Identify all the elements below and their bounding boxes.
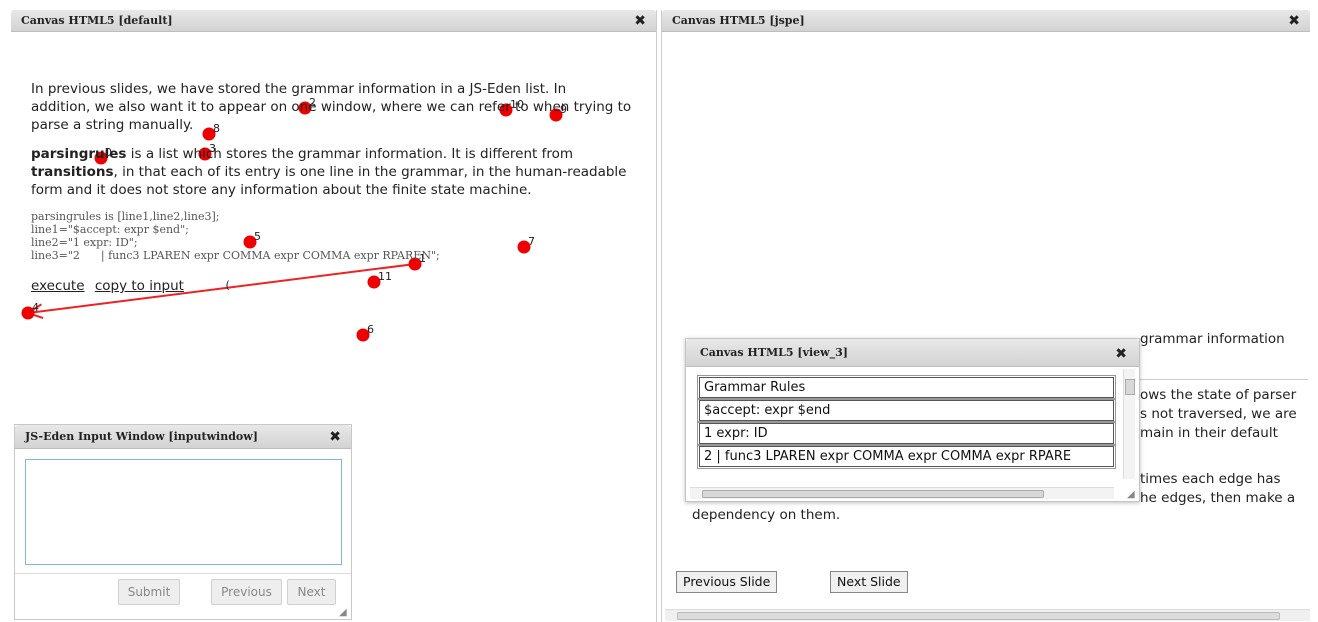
grammar-rule-row: Grammar Rules xyxy=(697,375,1116,400)
scrollbar-thumb[interactable] xyxy=(702,490,1044,498)
divider xyxy=(1140,379,1308,380)
slide-paragraph-5-fragment: times each edge has he edges, then make … xyxy=(1140,471,1296,506)
slide-paragraph-3-fragment: grammar information xyxy=(1140,331,1285,347)
horizontal-scrollbar[interactable] xyxy=(665,609,1310,621)
next-slide-button[interactable]: Next Slide xyxy=(830,571,908,593)
window-title: JS-Eden Input Window [inputwindow] xyxy=(25,430,258,443)
execute-link[interactable]: execute xyxy=(31,278,85,294)
node-label: 6 xyxy=(367,323,374,336)
slide-content: In previous slides, we have stored the g… xyxy=(31,80,651,295)
canvas-window-jspe: Canvas HTML5 [jspe] ✖ xyxy=(661,10,1310,622)
scrollbar-thumb[interactable] xyxy=(1125,379,1135,395)
node-label: 4 xyxy=(32,301,39,314)
close-icon[interactable]: ✖ xyxy=(329,429,341,445)
slide-paragraph-2: parsingrules is a list which stores the … xyxy=(31,146,627,198)
resize-grip-icon[interactable]: ◢ xyxy=(1127,489,1137,500)
window-titlebar[interactable]: Canvas HTML5 [view_3] ✖ xyxy=(686,339,1139,367)
window-title: Canvas HTML5 [view_3] xyxy=(700,346,848,359)
grammar-rule-row: 2 | func3 LPAREN expr COMMA expr COMMA e… xyxy=(697,444,1116,469)
grammar-rule-row: $accept: expr $end xyxy=(697,398,1116,423)
window-titlebar[interactable]: Canvas HTML5 [jspe] ✖ xyxy=(662,10,1310,32)
window-title: Canvas HTML5 [default] xyxy=(21,14,173,27)
slide-paragraph-4-fragment: ows the state of parser s not traversed,… xyxy=(1140,387,1297,441)
horizontal-scrollbar[interactable] xyxy=(690,487,1114,499)
next-button[interactable]: Next xyxy=(287,579,336,605)
close-icon[interactable]: ✖ xyxy=(1288,13,1300,29)
input-window: JS-Eden Input Window [inputwindow] ✖ Sub… xyxy=(14,424,352,620)
divider xyxy=(15,573,351,574)
close-icon[interactable]: ✖ xyxy=(1115,346,1127,362)
vertical-scrollbar[interactable] xyxy=(1123,369,1135,479)
submit-button[interactable]: Submit xyxy=(118,579,180,605)
previous-button[interactable]: Previous xyxy=(211,579,282,605)
scrollbar-thumb[interactable] xyxy=(677,612,1280,620)
code-input-textarea[interactable] xyxy=(25,459,342,565)
slide-links: execute copy to input xyxy=(31,277,651,295)
window-titlebar[interactable]: Canvas HTML5 [default] ✖ xyxy=(11,10,656,32)
copy-to-input-link[interactable]: copy to input xyxy=(95,278,184,294)
slide-paragraph-1: In previous slides, we have stored the g… xyxy=(31,81,632,133)
window-title: Canvas HTML5 [jspe] xyxy=(672,14,805,27)
previous-slide-button[interactable]: Previous Slide xyxy=(676,571,778,593)
close-icon[interactable]: ✖ xyxy=(634,13,646,29)
grammar-rule-row: 1 expr: ID xyxy=(697,421,1116,446)
resize-grip-icon[interactable]: ◢ xyxy=(339,607,349,618)
slide-paragraph-5-end: dependency on them. xyxy=(692,507,841,523)
canvas-window-view3: Canvas HTML5 [view_3] ✖ Grammar Rules $a… xyxy=(685,338,1140,502)
window-titlebar[interactable]: JS-Eden Input Window [inputwindow] ✖ xyxy=(15,425,351,449)
code-block: parsingrules is [line1,line2,line3]; lin… xyxy=(31,210,440,262)
